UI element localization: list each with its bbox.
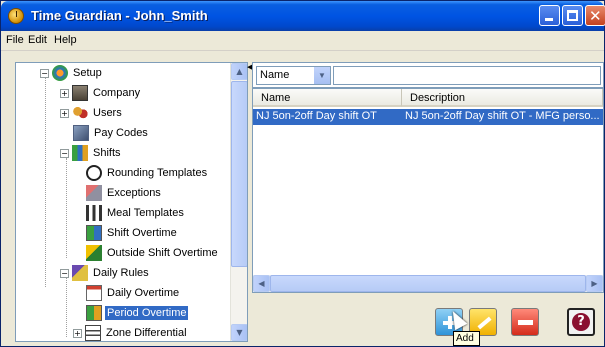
column-header-description[interactable]: Description: [402, 89, 603, 107]
scroll-thumb[interactable]: [270, 275, 586, 292]
add-tooltip: Add: [453, 331, 480, 346]
period-overtime-icon: [86, 305, 102, 321]
tree-item-outside-shift-overtime[interactable]: Outside Shift Overtime: [86, 244, 220, 262]
tree-label: Rounding Templates: [107, 167, 208, 179]
results-grid: Name Description NJ 5on-2off Day shift O…: [252, 88, 604, 293]
delete-icon: [518, 320, 533, 325]
tree-label: Outside Shift Overtime: [107, 247, 218, 259]
tree-item-users[interactable]: + Users: [60, 104, 124, 122]
help-icon: ?: [572, 313, 590, 331]
cell-description: NJ 5on-2off Day shift OT - MFG perso...: [405, 110, 600, 122]
zone-differential-icon: [85, 325, 101, 341]
meal-icon: [86, 205, 102, 221]
tree-item-rounding-templates[interactable]: Rounding Templates: [86, 164, 209, 182]
menu-edit[interactable]: Edit: [28, 34, 47, 46]
exceptions-icon: [86, 185, 102, 201]
tree-item-exceptions[interactable]: Exceptions: [86, 184, 163, 202]
tree-vertical-scrollbar[interactable]: ▲ ▼: [230, 63, 247, 341]
tree-label: Shifts: [93, 147, 121, 159]
filter-search-input[interactable]: [333, 66, 601, 85]
tree-label: Zone Differential: [106, 327, 187, 339]
grid-horizontal-scrollbar[interactable]: ◀ ▶: [253, 275, 603, 292]
tree-connector: [45, 77, 46, 287]
company-icon: [72, 85, 88, 101]
collapse-icon[interactable]: −: [60, 148, 69, 158]
tree-item-setup[interactable]: − Setup: [40, 64, 104, 82]
expand-icon[interactable]: +: [60, 108, 69, 118]
tree-item-daily-overtime[interactable]: Daily Overtime: [86, 284, 181, 302]
tree-item-company[interactable]: + Company: [60, 84, 142, 102]
tree-item-shifts[interactable]: − Shifts: [60, 144, 123, 162]
menu-bar: File Edit Help: [1, 31, 604, 51]
chevron-down-icon[interactable]: ▼: [314, 67, 330, 84]
tree-item-zone-differential[interactable]: + Zone Differential: [73, 324, 189, 341]
close-button[interactable]: ✕: [585, 5, 605, 26]
tree-label: Pay Codes: [94, 127, 148, 139]
shifts-icon: [72, 145, 88, 161]
scroll-up-icon[interactable]: ▲: [231, 63, 247, 80]
collapse-icon[interactable]: −: [60, 268, 69, 278]
filter-bar: Name ▼: [252, 62, 604, 88]
pay-codes-icon: [73, 125, 89, 141]
tree-connector: [66, 158, 67, 258]
tree-label: Daily Overtime: [107, 287, 180, 299]
tree-label: Shift Overtime: [107, 227, 177, 239]
tree-label: Period Overtime: [105, 306, 189, 320]
scroll-down-icon[interactable]: ▼: [231, 324, 247, 341]
tree-label: Daily Rules: [93, 267, 149, 279]
daily-overtime-icon: [86, 285, 102, 301]
tree-item-meal-templates[interactable]: Meal Templates: [86, 204, 186, 222]
column-header-name[interactable]: Name: [253, 89, 402, 107]
users-icon: [72, 105, 88, 121]
tree-label: Users: [93, 107, 122, 119]
edit-icon: [477, 316, 492, 330]
maximize-icon: [567, 10, 578, 21]
scroll-left-icon[interactable]: ◀: [253, 275, 270, 292]
filter-field-select[interactable]: Name ▼: [256, 66, 331, 85]
tree-label: Company: [93, 87, 141, 99]
menu-file[interactable]: File: [6, 34, 24, 46]
tree-item-daily-rules[interactable]: − Daily Rules: [60, 264, 151, 282]
scroll-right-icon[interactable]: ▶: [586, 275, 603, 292]
tree-label: Exceptions: [107, 187, 161, 199]
minimize-icon: [545, 18, 553, 21]
title-bar[interactable]: Time Guardian - John_Smith ✕: [1, 1, 605, 31]
tree-item-pay-codes[interactable]: Pay Codes: [73, 124, 150, 142]
cell-name: NJ 5on-2off Day shift OT: [256, 110, 377, 122]
app-window: Time Guardian - John_Smith ✕ File Edit H…: [0, 0, 605, 347]
setup-icon: [52, 65, 68, 81]
clock-icon: [86, 165, 102, 181]
shift-overtime-icon: [86, 225, 102, 241]
daily-rules-icon: [72, 265, 88, 281]
action-toolbar: ?: [252, 294, 604, 342]
collapse-icon[interactable]: −: [40, 68, 49, 78]
table-row[interactable]: NJ 5on-2off Day shift OT NJ 5on-2off Day…: [253, 109, 603, 125]
minimize-button[interactable]: [539, 5, 560, 26]
navigation-tree[interactable]: − Setup + Company + Users Pay Codes − Sh…: [15, 62, 248, 342]
window-title: Time Guardian - John_Smith: [31, 8, 208, 23]
expand-icon[interactable]: +: [73, 328, 82, 338]
delete-button[interactable]: [511, 308, 539, 336]
tree-item-shift-overtime[interactable]: Shift Overtime: [86, 224, 179, 242]
help-button[interactable]: ?: [567, 308, 595, 336]
expand-icon[interactable]: +: [60, 88, 69, 98]
scroll-thumb[interactable]: [231, 81, 247, 267]
close-icon: ✕: [589, 7, 602, 25]
tree-label: Meal Templates: [107, 207, 184, 219]
tree-item-period-overtime[interactable]: Period Overtime: [86, 304, 189, 322]
menu-help[interactable]: Help: [54, 34, 77, 46]
maximize-button[interactable]: [562, 5, 583, 26]
tree-label: Setup: [73, 67, 102, 79]
tree-connector: [66, 277, 67, 337]
clock-app-icon: [8, 8, 24, 24]
filter-field-value: Name: [260, 69, 290, 81]
outside-overtime-icon: [86, 245, 102, 261]
